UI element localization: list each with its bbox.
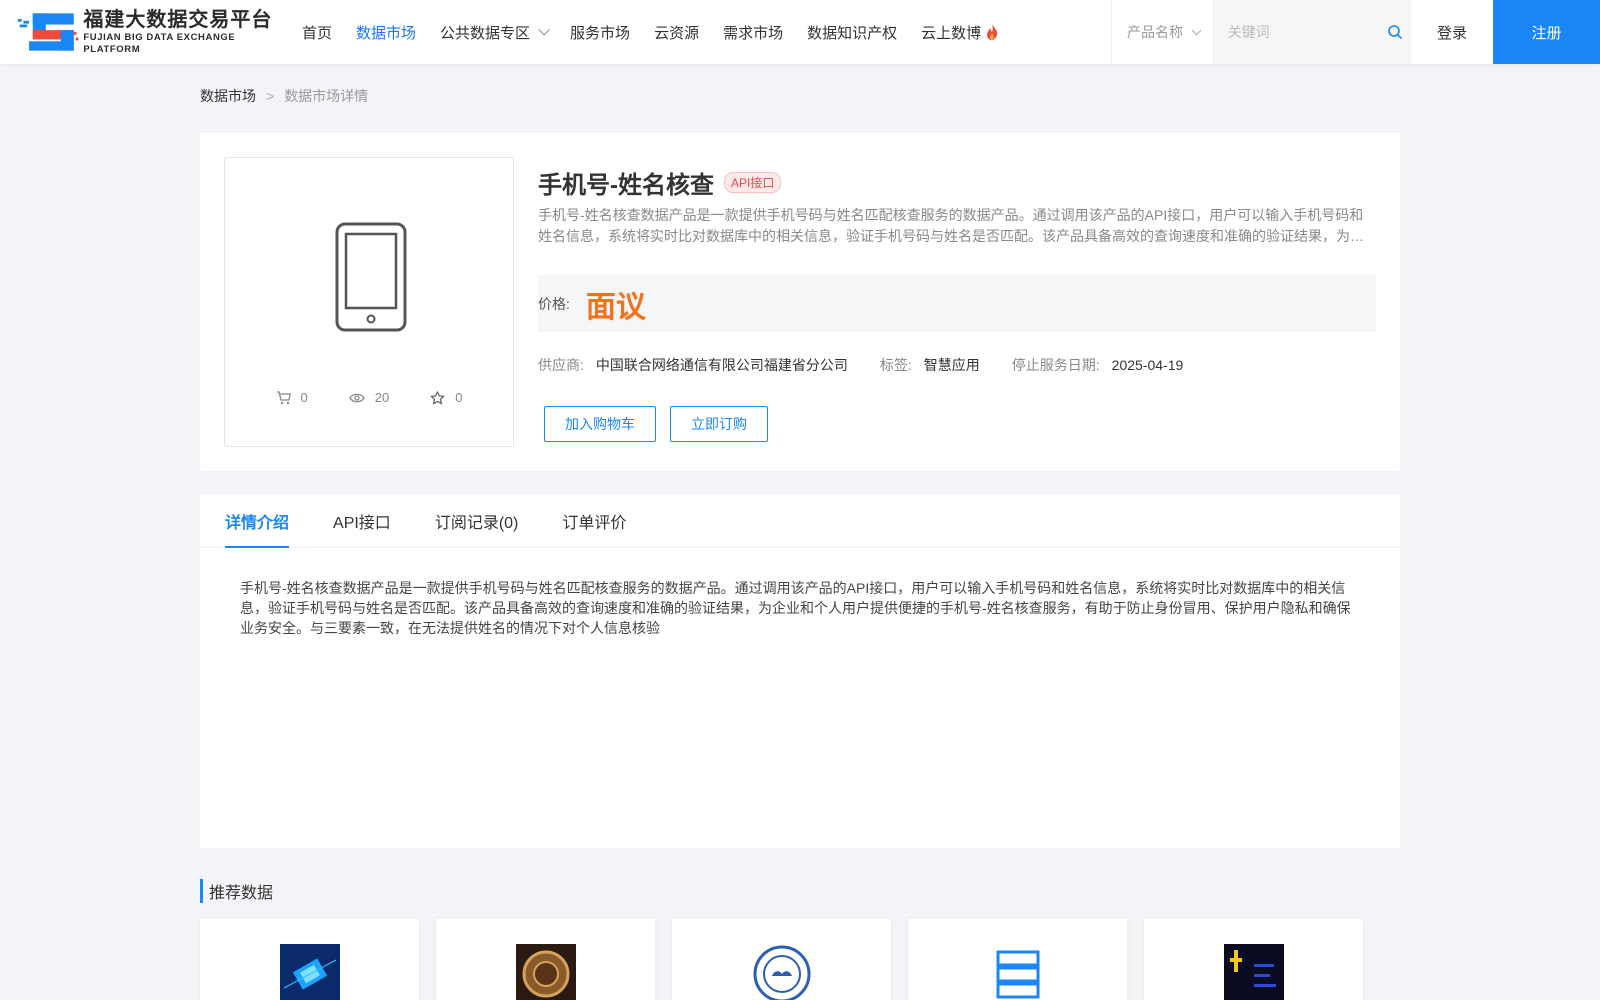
site-logo[interactable]: 福建大数据交易平台 FUJIAN BIG DATA EXCHANGE PLATF…: [16, 9, 281, 55]
recommend-card[interactable]: [200, 919, 419, 1000]
nav-home[interactable]: 首页: [302, 22, 332, 43]
nav-public-data-label: 公共数据专区: [440, 24, 531, 42]
favorite-count[interactable]: 0: [430, 390, 462, 405]
nav-data-market[interactable]: 数据市场: [356, 22, 416, 43]
search-icon[interactable]: [1387, 24, 1403, 40]
supplier-label: 供应商:: [538, 357, 584, 373]
nav-cloud-expo-label: 云上数博: [921, 24, 982, 42]
logo-subtitle: FUJIAN BIG DATA EXCHANGE PLATFORM: [83, 32, 236, 55]
tab-details[interactable]: 详情介绍: [225, 494, 290, 548]
cart-count-value: 0: [300, 390, 308, 405]
product-description: 手机号-姓名核查数据产品是一款提供手机号码与姓名匹配核查服务的数据产品。通过调用…: [538, 207, 1364, 244]
favorite-count-value: 0: [455, 390, 463, 405]
nav-home-label: 首页: [302, 24, 333, 42]
nav-demand-market[interactable]: 需求市场: [723, 22, 783, 43]
search-type-label: 产品名称: [1127, 24, 1183, 40]
action-buttons: 加入购物车 立即订购: [544, 406, 782, 442]
stop-date-label: 停止服务日期:: [1011, 357, 1100, 373]
top-header: 福建大数据交易平台 FUJIAN BIG DATA EXCHANGE PLATF…: [0, 0, 1600, 64]
detail-tabs: 详情介绍 API接口 订阅记录(0) 订单评价: [200, 494, 1400, 548]
main-nav: 首页 数据市场 公共数据专区 服务市场 云资源 需求市场 数据知识产权 云上数博: [302, 0, 1023, 64]
supplier-value: 中国联合网络通信有限公司福建省分公司: [595, 357, 848, 373]
nav-data-market-label: 数据市场: [356, 24, 417, 42]
recommend-card[interactable]: [1144, 919, 1363, 1000]
stop-date-value: 2025-04-19: [1111, 357, 1184, 373]
breadcrumb-current: 数据市场详情: [284, 88, 369, 104]
star-icon: [430, 390, 445, 404]
product-card: 0 20 0 手机号-姓名核查 API接口 手机号-姓名核查数据产品是一款提供手…: [200, 133, 1400, 471]
nav-cloud-resources[interactable]: 云资源: [654, 22, 699, 43]
view-count-value: 20: [374, 390, 390, 405]
tab-subscriptions[interactable]: 订阅记录(0): [435, 494, 519, 548]
fire-icon: [987, 24, 998, 40]
product-meta: 供应商: 中国联合网络通信有限公司福建省分公司 标签: 智慧应用 停止服务日期:…: [538, 355, 1215, 375]
tab-api[interactable]: API接口: [333, 494, 391, 548]
chevron-down-icon: [1191, 24, 1202, 35]
logo-title: 福建大数据交易平台: [83, 9, 273, 31]
recommend-card[interactable]: [672, 919, 891, 1000]
search-type-select[interactable]: 产品名称: [1112, 0, 1212, 64]
nav-data-ip-label: 数据知识产权: [807, 24, 898, 42]
recommend-title: 推荐数据: [200, 879, 273, 903]
eye-icon: [348, 393, 365, 402]
product-thumbnail: 0 20 0: [224, 157, 514, 447]
product-stats: 0 20 0: [225, 390, 513, 405]
tag-label: 标签:: [879, 357, 912, 373]
search-input[interactable]: [1211, 0, 1411, 64]
tab-reviews[interactable]: 订单评价: [562, 494, 626, 548]
price-bar: 价格: 面议: [538, 275, 1376, 332]
server-stack-icon: [996, 950, 1040, 999]
view-count: 20: [348, 390, 390, 405]
detail-content: 手机号-姓名核查数据产品是一款提供手机号码与姓名匹配核查服务的数据产品。通过调用…: [240, 580, 1351, 636]
subscribe-now-button[interactable]: 立即订购: [670, 406, 768, 442]
price-value: 面议: [585, 290, 646, 324]
recommend-list: [200, 919, 1380, 1000]
price-label: 价格:: [538, 295, 570, 312]
logo-mark-icon: [17, 13, 79, 51]
search-bar: 产品名称: [1111, 0, 1411, 64]
nav-service-market-label: 服务市场: [570, 24, 631, 42]
nav-cloud-expo[interactable]: 云上数博: [921, 22, 999, 43]
chevron-down-icon: [538, 24, 550, 36]
recommend-card[interactable]: [908, 919, 1127, 1000]
nav-demand-market-label: 需求市场: [723, 24, 784, 42]
weather-seal-icon: [752, 944, 812, 1000]
nav-service-market[interactable]: 服务市场: [570, 22, 630, 43]
breadcrumb-data-market[interactable]: 数据市场: [200, 86, 256, 106]
mobile-phone-icon: [335, 222, 407, 332]
recommend-card[interactable]: [436, 919, 655, 1000]
chip-image-icon: [280, 944, 340, 1000]
add-to-cart-button[interactable]: 加入购物车: [544, 406, 656, 442]
nav-public-data[interactable]: 公共数据专区: [440, 22, 550, 43]
breadcrumb-separator: >: [266, 88, 275, 104]
nav-data-ip[interactable]: 数据知识产权: [807, 22, 897, 43]
cart-icon: [276, 390, 291, 404]
product-title-row: 手机号-姓名核查 API接口: [538, 165, 782, 200]
product-title: 手机号-姓名核查: [538, 172, 714, 199]
coin-image-icon: [516, 944, 576, 1000]
nav-cloud-resources-label: 云资源: [654, 24, 700, 42]
tag-value: 智慧应用: [923, 357, 980, 373]
breadcrumb: 数据市场 > 数据市场详情: [200, 86, 368, 106]
login-button[interactable]: 登录: [1411, 0, 1493, 64]
dark-chart-image-icon: [1224, 944, 1284, 1000]
detail-panel: 详情介绍 API接口 订阅记录(0) 订单评价 手机号-姓名核查数据产品是一款提…: [200, 494, 1400, 848]
product-type-badge: API接口: [724, 172, 782, 193]
register-button[interactable]: 注册: [1493, 0, 1600, 64]
cart-count: 0: [276, 390, 308, 405]
